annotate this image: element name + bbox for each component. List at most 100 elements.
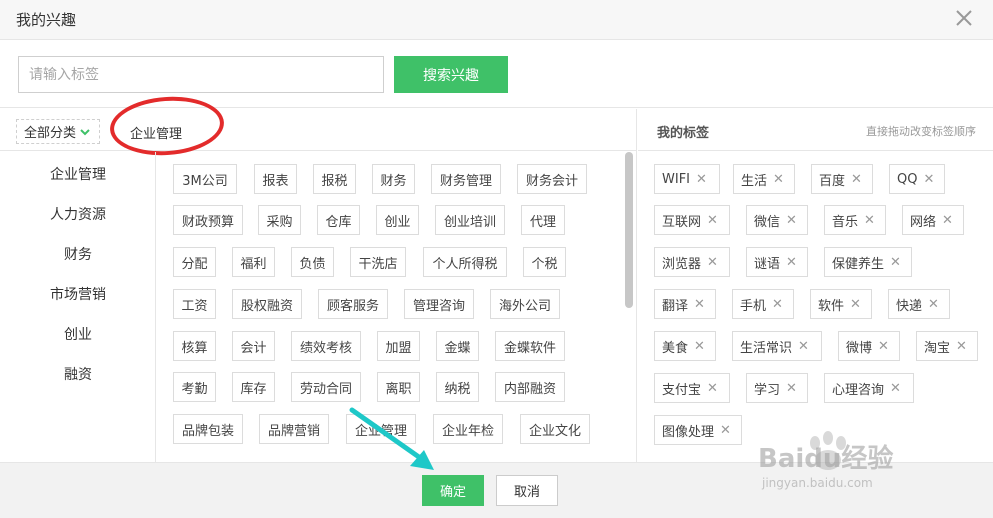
tag-item[interactable]: 核算 <box>173 331 216 361</box>
my-tag[interactable]: 翻译 ✕ <box>654 289 716 319</box>
tag-item[interactable]: 内部融资 <box>495 372 565 402</box>
remove-tag-icon[interactable]: ✕ <box>694 339 705 354</box>
tag-item[interactable]: 股权融资 <box>232 289 302 319</box>
tag-item[interactable]: 纳税 <box>436 372 479 402</box>
tag-item[interactable]: 离职 <box>377 372 420 402</box>
remove-tag-icon[interactable]: ✕ <box>956 339 967 354</box>
tag-item[interactable]: 金蝶 <box>436 331 479 361</box>
tag-item[interactable]: 3M公司 <box>173 164 237 194</box>
remove-tag-icon[interactable]: ✕ <box>696 172 707 187</box>
remove-tag-icon[interactable]: ✕ <box>707 213 718 228</box>
annotation-arrow-icon <box>349 407 434 470</box>
remove-tag-icon[interactable]: ✕ <box>707 381 718 396</box>
tag-item[interactable]: 顾客服务 <box>318 289 388 319</box>
tag-item[interactable]: 负债 <box>291 247 334 277</box>
my-tag[interactable]: 学习 ✕ <box>746 373 808 403</box>
remove-tag-icon[interactable]: ✕ <box>864 213 875 228</box>
tag-item[interactable]: 管理咨询 <box>404 289 474 319</box>
remove-tag-icon[interactable]: ✕ <box>786 213 797 228</box>
remove-tag-icon[interactable]: ✕ <box>786 381 797 396</box>
tag-item[interactable]: 劳动合同 <box>291 372 361 402</box>
tag-item[interactable]: 会计 <box>232 331 275 361</box>
my-tag[interactable]: 软件 ✕ <box>810 289 872 319</box>
tag-item[interactable]: 考勤 <box>173 372 216 402</box>
my-tag[interactable]: WIFI ✕ <box>654 164 720 194</box>
tag-item[interactable]: 报表 <box>254 164 297 194</box>
my-tag[interactable]: 心理咨询 ✕ <box>824 373 914 403</box>
my-tag[interactable]: 美食 ✕ <box>654 331 716 361</box>
remove-tag-icon[interactable]: ✕ <box>890 381 901 396</box>
remove-tag-icon[interactable]: ✕ <box>786 255 797 270</box>
my-tag[interactable]: 淘宝 ✕ <box>916 331 978 361</box>
tag-item[interactable]: 财务管理 <box>431 164 501 194</box>
tag-item[interactable]: 金蝶软件 <box>495 331 565 361</box>
tag-item[interactable]: 干洗店 <box>350 247 406 277</box>
remove-tag-icon[interactable]: ✕ <box>720 423 731 438</box>
tag-item[interactable]: 仓库 <box>317 205 360 235</box>
my-tag-label: 淘宝 <box>924 340 951 356</box>
tag-item[interactable]: 个人所得税 <box>423 247 507 277</box>
remove-tag-icon[interactable]: ✕ <box>773 172 784 187</box>
tag-scrollbar-thumb[interactable] <box>625 152 633 308</box>
tag-item[interactable]: 加盟 <box>377 331 420 361</box>
remove-tag-icon[interactable]: ✕ <box>890 255 901 270</box>
my-tag[interactable]: QQ ✕ <box>889 164 945 194</box>
tag-item[interactable]: 创业 <box>376 205 419 235</box>
category-item[interactable]: 人力资源 <box>0 204 156 224</box>
tag-item[interactable]: 库存 <box>232 372 275 402</box>
tag-item[interactable]: 海外公司 <box>490 289 560 319</box>
my-tag[interactable]: 微信 ✕ <box>746 205 808 235</box>
my-tag-label: 图像处理 <box>662 424 715 440</box>
category-item[interactable]: 企业管理 <box>0 164 156 184</box>
tag-item[interactable]: 个税 <box>523 247 566 277</box>
remove-tag-icon[interactable]: ✕ <box>707 255 718 270</box>
tag-item[interactable]: 财政预算 <box>173 205 243 235</box>
my-tag[interactable]: 微博 ✕ <box>838 331 900 361</box>
remove-tag-icon[interactable]: ✕ <box>694 297 705 312</box>
category-item[interactable]: 创业 <box>0 324 156 344</box>
tag-item[interactable]: 品牌营销 <box>259 414 329 444</box>
tag-item[interactable]: 报税 <box>313 164 356 194</box>
remove-tag-icon[interactable]: ✕ <box>772 297 783 312</box>
remove-tag-icon[interactable]: ✕ <box>942 213 953 228</box>
search-button[interactable]: 搜索兴趣 <box>394 56 508 93</box>
remove-tag-icon[interactable]: ✕ <box>878 339 889 354</box>
my-tag[interactable]: 手机 ✕ <box>732 289 794 319</box>
tag-item[interactable]: 福利 <box>232 247 275 277</box>
remove-tag-icon[interactable]: ✕ <box>928 297 939 312</box>
remove-tag-icon[interactable]: ✕ <box>923 172 934 187</box>
my-tag[interactable]: 保健养生 ✕ <box>824 247 912 277</box>
close-icon[interactable] <box>953 7 975 29</box>
cancel-button[interactable]: 取消 <box>496 475 558 506</box>
remove-tag-icon[interactable]: ✕ <box>850 297 861 312</box>
my-tag[interactable]: 谜语 ✕ <box>746 247 808 277</box>
my-tag[interactable]: 互联网 ✕ <box>654 205 730 235</box>
my-tag[interactable]: 支付宝 ✕ <box>654 373 730 403</box>
tag-item[interactable]: 分配 <box>173 247 216 277</box>
category-selector[interactable]: 全部分类 <box>16 119 100 144</box>
my-tag-label: WIFI <box>662 171 690 187</box>
tag-item[interactable]: 财务会计 <box>517 164 587 194</box>
my-tag[interactable]: 百度 ✕ <box>811 164 873 194</box>
tag-item[interactable]: 工资 <box>173 289 216 319</box>
my-tag[interactable]: 快递 ✕ <box>888 289 950 319</box>
tag-item[interactable]: 财务 <box>372 164 415 194</box>
tag-item[interactable]: 企业文化 <box>520 414 590 444</box>
tag-item[interactable]: 绩效考核 <box>291 331 361 361</box>
my-tag[interactable]: 生活常识 ✕ <box>732 331 822 361</box>
category-item[interactable]: 财务 <box>0 244 156 264</box>
category-item[interactable]: 市场营销 <box>0 284 156 304</box>
remove-tag-icon[interactable]: ✕ <box>851 172 862 187</box>
my-tag[interactable]: 浏览器 ✕ <box>654 247 730 277</box>
my-tag[interactable]: 生活 ✕ <box>733 164 795 194</box>
my-tag[interactable]: 图像处理 ✕ <box>654 415 742 445</box>
tag-item[interactable]: 创业培训 <box>435 205 505 235</box>
tag-item[interactable]: 代理 <box>521 205 565 235</box>
search-input[interactable] <box>18 56 384 93</box>
tag-item[interactable]: 采购 <box>258 205 301 235</box>
remove-tag-icon[interactable]: ✕ <box>798 339 809 354</box>
my-tag[interactable]: 网络 ✕ <box>902 205 964 235</box>
category-item[interactable]: 融资 <box>0 364 156 384</box>
my-tag[interactable]: 音乐 ✕ <box>824 205 886 235</box>
tag-item[interactable]: 品牌包装 <box>173 414 243 444</box>
